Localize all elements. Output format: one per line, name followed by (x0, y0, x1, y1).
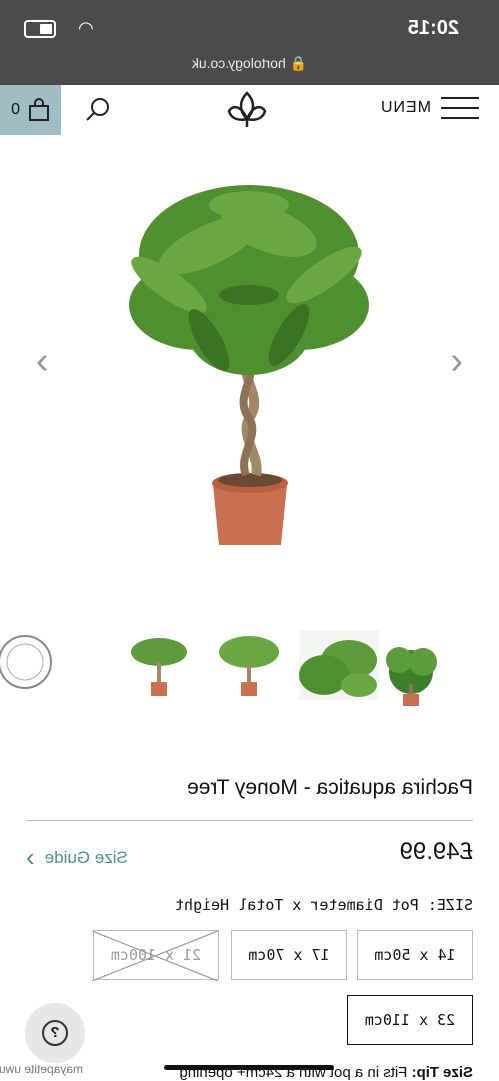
watermark: mayapetite uwu (0, 1062, 83, 1076)
thumbnail-2[interactable] (299, 630, 379, 700)
thumbnail-strip (0, 620, 499, 710)
thumbnail-3[interactable] (209, 630, 289, 700)
menu-label: MENU (379, 99, 431, 116)
money-tree-plant-image (129, 185, 369, 545)
size-guide-link[interactable]: Size Guide › (26, 842, 128, 873)
size-tip-label: Size Tip: (411, 1064, 473, 1081)
product-title: Pachira aquatica - Money Tree (187, 776, 473, 799)
url-text: hortology.co.uk (191, 55, 286, 71)
question-icon: ? (42, 1020, 68, 1046)
divider (26, 820, 473, 821)
product-main-image[interactable] (0, 135, 499, 605)
wifi-icon: ◠ (78, 18, 94, 38)
thumbnail-5-quality-badge[interactable] (0, 620, 55, 710)
shopping-bag-icon (28, 98, 49, 121)
gallery-next-arrow[interactable]: › (36, 340, 49, 383)
home-indicator[interactable] (164, 1065, 334, 1070)
search-icon[interactable] (85, 96, 111, 122)
leaf-logo-icon[interactable] (225, 89, 269, 129)
size-option-label: SIZE: Pot Diameter x Total Height (174, 896, 473, 914)
chevron-right-icon: › (26, 842, 35, 872)
help-button[interactable]: ? (25, 1003, 85, 1063)
address-bar[interactable]: 🔒hortology.co.uk (0, 55, 499, 72)
unavailable-cross-icon (92, 931, 218, 981)
status-bar: 20:15 ◠ 🔒hortology.co.uk (0, 0, 499, 85)
menu-button[interactable]: MENU (380, 95, 479, 121)
size-option-17x70[interactable]: 17 x 70cm (231, 930, 347, 980)
size-option-23x110-selected[interactable]: 23 x 110cm (347, 995, 473, 1045)
site-header: MENU 0 (0, 85, 499, 135)
lock-icon: 🔒 (289, 55, 308, 71)
thumbnail-4[interactable] (119, 630, 199, 700)
size-option-14x50[interactable]: 14 x 50cm (357, 930, 473, 980)
cart-count: 0 (11, 101, 20, 118)
thumbnail-1[interactable] (369, 620, 459, 710)
size-option-text: 23 x 110cm (364, 1011, 456, 1029)
size-guide-label: Size Guide (44, 847, 128, 867)
cart-button[interactable]: 0 (0, 85, 61, 135)
hamburger-icon (441, 95, 479, 121)
status-time: 20:15 (407, 17, 459, 39)
gallery-prev-arrow[interactable]: ‹ (450, 340, 463, 383)
size-option-21x100-unavailable[interactable]: 21 x 100cm (92, 930, 219, 981)
battery-icon (24, 20, 56, 38)
product-price: £49.99 (399, 838, 473, 865)
size-option-text: 17 x 70cm (248, 946, 330, 964)
size-option-text: 14 x 50cm (374, 946, 456, 964)
